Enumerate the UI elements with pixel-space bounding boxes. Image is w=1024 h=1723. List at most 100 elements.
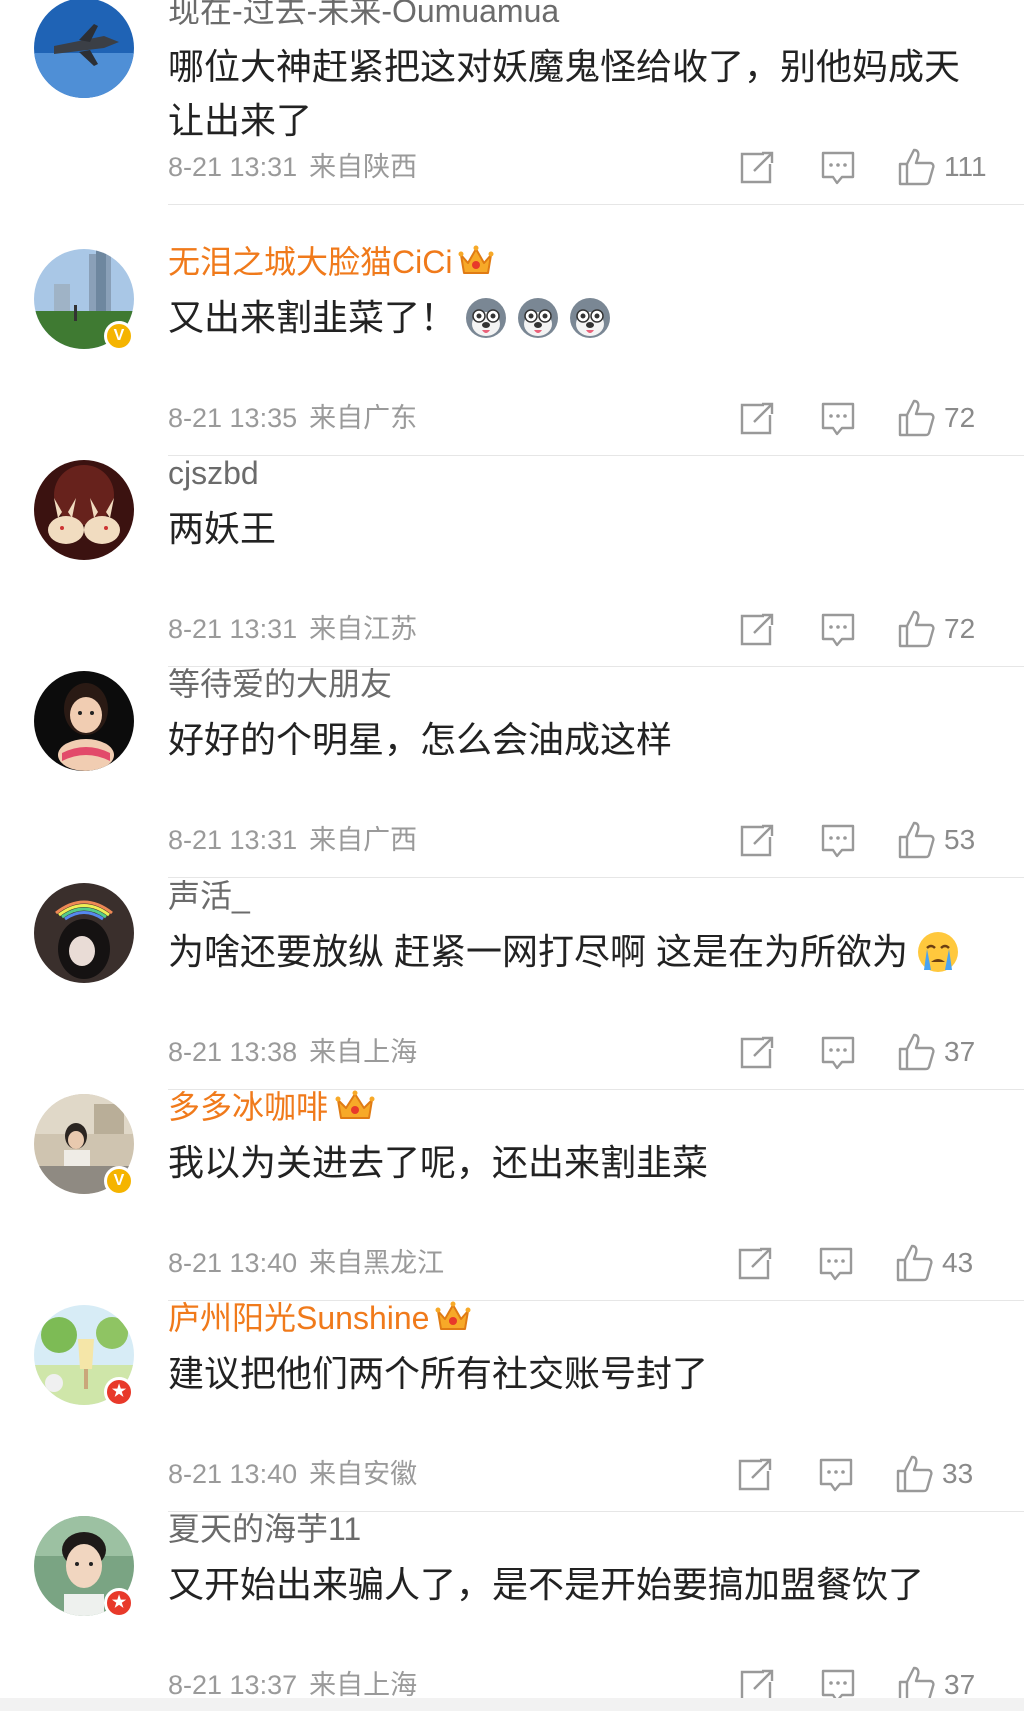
like-count: 43 xyxy=(942,1247,974,1278)
comment-actions: 33 xyxy=(736,1451,996,1497)
comment-actions: 111 xyxy=(738,144,998,190)
like-button[interactable]: 37 xyxy=(896,1029,998,1075)
reply-button[interactable] xyxy=(820,1029,856,1075)
husky-emoji-icon xyxy=(518,298,559,338)
thumbs-up-icon xyxy=(896,1244,933,1282)
comment-location: 来自黑龙江 xyxy=(309,1248,445,1278)
username[interactable]: cjszbd xyxy=(168,450,259,496)
reply-button[interactable] xyxy=(818,1451,854,1497)
share-button[interactable] xyxy=(738,606,774,652)
comment-text: 好好的个明星，怎么会油成这样 xyxy=(168,719,673,760)
comment-item: ★ 庐州阳光Sunshine 建议把他们两个所有社交账号封了 8-21 13:4… xyxy=(0,1300,1024,1512)
share-icon xyxy=(740,151,774,184)
comment-time: 8-21 13:38 xyxy=(168,1037,298,1067)
comment-item: 等待爱的大朋友 好好的个明星，怎么会油成这样 8-21 13:31 来自广西 53 xyxy=(0,666,1024,878)
comment-location: 来自安徽 xyxy=(309,1459,418,1489)
like-button[interactable]: 33 xyxy=(894,1451,996,1497)
like-button[interactable]: 72 xyxy=(896,606,998,652)
bottom-strip xyxy=(0,1698,1024,1711)
comment-actions: 37 xyxy=(738,1029,998,1075)
star-badge: ★ xyxy=(104,1588,134,1618)
vip-crown-icon xyxy=(435,1301,471,1330)
comment-item: cjszbd 两妖王 8-21 13:31 来自江苏 72 xyxy=(0,455,1024,667)
username[interactable]: 声活_ xyxy=(168,873,250,919)
like-button[interactable]: 53 xyxy=(896,817,998,863)
username-text: 无泪之城大脸猫CiCi xyxy=(168,244,453,280)
comment-meta: 8-21 13:31 来自江苏 xyxy=(168,612,417,646)
share-button[interactable] xyxy=(738,144,774,190)
comment-text: 我以为关进去了呢，还出来割韭菜 xyxy=(168,1142,709,1183)
username[interactable]: 夏天的海芋11 xyxy=(168,1506,361,1552)
share-icon xyxy=(740,824,774,857)
comment-item: V 无泪之城大脸猫CiCi 又出来割韭菜了！ 8-21 13:35 来自广东 72 xyxy=(0,244,1024,456)
username[interactable]: 无泪之城大脸猫CiCi xyxy=(168,239,494,285)
avatar[interactable] xyxy=(34,883,134,983)
comment-text: 哪位大神赶紧把这对妖魔鬼怪给收了，别他妈成天让出来了 xyxy=(168,46,961,141)
comment-icon xyxy=(821,1036,855,1070)
comment-actions: 43 xyxy=(736,1240,996,1286)
comment-meta: 8-21 13:31 来自陕西 xyxy=(168,150,417,184)
crying-face-emoji-icon xyxy=(918,932,959,972)
share-icon xyxy=(740,1036,774,1069)
divider xyxy=(168,204,1024,205)
thumbs-up-icon xyxy=(898,821,935,859)
comment-time: 8-21 13:37 xyxy=(168,1670,298,1700)
username[interactable]: 等待爱的大朋友 xyxy=(168,661,392,707)
husky-emoji-icon xyxy=(466,298,507,338)
thumbs-up-icon xyxy=(896,1455,933,1493)
like-button[interactable]: 72 xyxy=(896,395,998,441)
comment-location: 来自上海 xyxy=(309,1037,418,1067)
like-count: 37 xyxy=(944,1036,976,1067)
username[interactable]: 现在-过去-未来-Oumuamua xyxy=(168,0,559,34)
avatar[interactable] xyxy=(34,460,134,560)
divider xyxy=(168,877,1024,878)
username[interactable]: 多多冰咖啡 xyxy=(168,1084,376,1130)
comment-icon xyxy=(821,824,855,858)
avatar[interactable] xyxy=(34,0,134,98)
username-text: 庐州阳光Sunshine xyxy=(168,1300,430,1336)
comment-time: 8-21 13:31 xyxy=(168,614,298,644)
comment-text: 建议把他们两个所有社交账号封了 xyxy=(168,1353,709,1394)
verified-badge: V xyxy=(104,1166,134,1196)
comment-actions: 72 xyxy=(738,606,998,652)
vip-crown-icon xyxy=(458,245,494,274)
share-button[interactable] xyxy=(738,395,774,441)
reply-button[interactable] xyxy=(820,395,856,441)
comment-time: 8-21 13:35 xyxy=(168,403,298,433)
thumbs-up-icon xyxy=(898,610,935,648)
comment-icon xyxy=(821,402,855,436)
reply-button[interactable] xyxy=(820,817,856,863)
comment-actions: 53 xyxy=(738,817,998,863)
share-button[interactable] xyxy=(736,1240,772,1286)
comment-meta: 8-21 13:40 来自黑龙江 xyxy=(168,1246,444,1280)
avatar[interactable] xyxy=(34,671,134,771)
like-button[interactable]: 43 xyxy=(894,1240,996,1286)
like-count: 111 xyxy=(944,151,987,182)
share-button[interactable] xyxy=(736,1451,772,1497)
share-button[interactable] xyxy=(738,817,774,863)
comment-meta: 8-21 13:40 来自安徽 xyxy=(168,1457,417,1491)
comment-text: 又开始出来骗人了，是不是开始要搞加盟餐饮了 xyxy=(168,1564,925,1605)
share-button[interactable] xyxy=(738,1029,774,1075)
comment-time: 8-21 13:40 xyxy=(168,1248,298,1278)
reply-button[interactable] xyxy=(820,606,856,652)
thumbs-up-icon xyxy=(898,399,935,437)
comment-location: 来自上海 xyxy=(309,1670,418,1700)
comment-meta: 8-21 13:37 来自上海 xyxy=(168,1668,417,1702)
comment-text: 两妖王 xyxy=(168,508,277,549)
comment-item: V 多多冰咖啡 我以为关进去了呢，还出来割韭菜 8-21 13:40 来自黑龙江 … xyxy=(0,1089,1024,1301)
like-count: 53 xyxy=(944,824,976,855)
comment-text-content: 为啥还要放纵 赶紧一网打尽啊 这是在为所欲为 xyxy=(168,931,909,972)
like-count: 33 xyxy=(942,1458,974,1489)
reply-button[interactable] xyxy=(820,144,856,190)
comment-meta: 8-21 13:38 来自上海 xyxy=(168,1035,417,1069)
comment-text-content: 又出来割韭菜了！ xyxy=(168,297,457,338)
username[interactable]: 庐州阳光Sunshine xyxy=(168,1295,471,1341)
comment-location: 来自江苏 xyxy=(309,614,418,644)
share-icon xyxy=(738,1247,772,1280)
reply-button[interactable] xyxy=(818,1240,854,1286)
comment-time: 8-21 13:40 xyxy=(168,1459,298,1489)
comment-time: 8-21 13:31 xyxy=(168,825,298,855)
like-button[interactable]: 111 xyxy=(896,144,998,190)
comment-text: 为啥还要放纵 赶紧一网打尽啊 这是在为所欲为 xyxy=(168,925,988,979)
